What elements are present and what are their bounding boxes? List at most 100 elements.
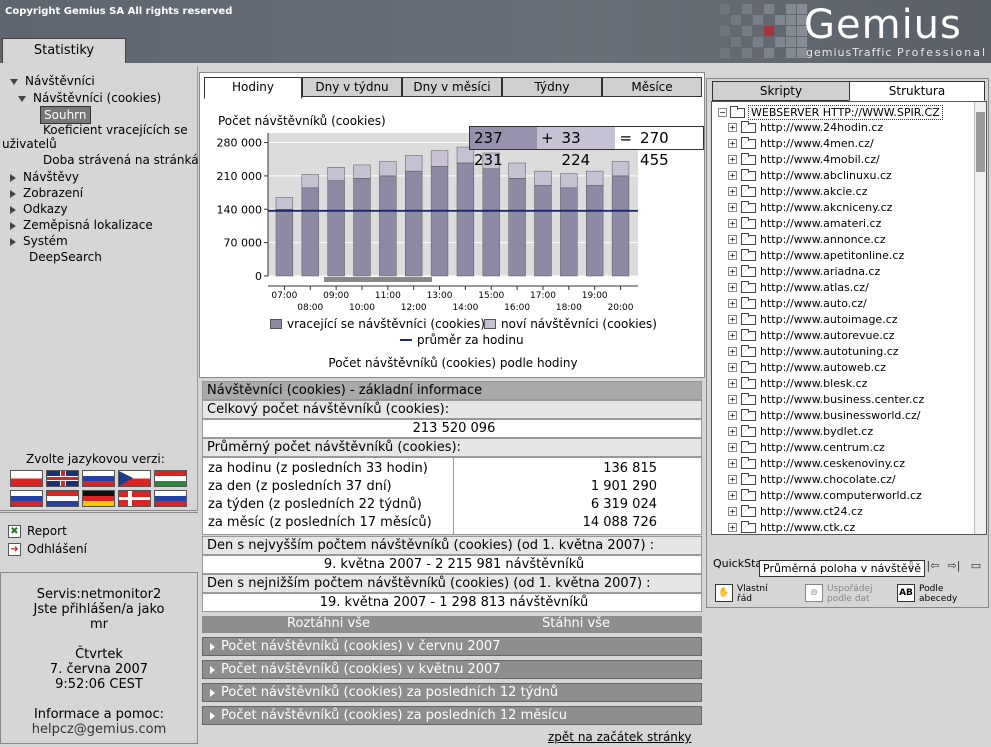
tree-item[interactable]: + http://www.24hodin.cz [728, 120, 883, 134]
tree-item[interactable]: + http://www.autotuning.cz [728, 344, 899, 358]
tree-item[interactable]: + http://www.akcie.cz [728, 184, 867, 198]
nav-item-koeficient[interactable]: Koeficient vracejících se [43, 123, 188, 137]
tree-item[interactable]: + http://www.blesk.cz [728, 376, 867, 390]
nav-item-doba[interactable]: Doba strávená na stránkách [43, 153, 213, 167]
tree-item[interactable]: + http://www.annonce.cz [728, 232, 886, 246]
nav-item-souhrn[interactable]: Souhrn [40, 106, 91, 124]
tab-skripty[interactable]: Skripty [712, 81, 850, 101]
nav-item-system[interactable]: Systém [10, 234, 68, 248]
nav-item-navstevnici[interactable]: Návštěvníci [10, 74, 95, 88]
tree-item[interactable]: + http://www.ctk.cz [728, 520, 855, 534]
expand-icon[interactable]: + [728, 523, 737, 532]
expand-icon[interactable]: + [728, 299, 737, 308]
collapse-icon[interactable]: − [718, 108, 727, 117]
collapse-all-button[interactable]: Stáhni vše [542, 616, 610, 631]
expand-icon[interactable]: + [728, 283, 737, 292]
tree-item[interactable]: + http://www.ct24.cz [728, 504, 863, 518]
expand-icon[interactable]: + [728, 315, 737, 324]
czech-flag-icon[interactable] [118, 470, 151, 487]
tab-struktura[interactable]: Struktura [849, 81, 985, 101]
expand-icon[interactable]: + [728, 235, 737, 244]
expand-icon[interactable]: + [728, 507, 737, 516]
expand-icon[interactable]: + [728, 251, 737, 260]
expand-icon[interactable]: + [728, 187, 737, 196]
tree-item[interactable]: + http://www.business.center.cz [728, 392, 924, 406]
expand-all-button[interactable]: Roztáhni vše [287, 616, 370, 631]
section-last-12-weeks[interactable]: Počet návštěvníků (cookies) za posledníc… [202, 683, 702, 702]
nav-item-navstevnici-cookies[interactable]: Návštěvníci (cookies) [18, 91, 161, 105]
tree-item[interactable]: + http://www.computerworld.cz [728, 488, 922, 502]
hungarian-flag-icon[interactable] [154, 470, 187, 487]
section-june-2007[interactable]: Počet návštěvníků (cookies) v červnu 200… [202, 637, 702, 656]
tree-item[interactable]: + http://www.abclinuxu.cz [728, 168, 892, 182]
expand-icon[interactable]: + [728, 443, 737, 452]
back-to-top-link[interactable]: zpět na začátek stránky [548, 730, 692, 744]
sort-by-data[interactable]: ⊜ Uspořádej podle dat [805, 584, 872, 604]
expand-icon[interactable]: + [728, 363, 737, 372]
tree-item[interactable]: + http://www.ariadna.cz [728, 264, 880, 278]
expand-icon[interactable]: + [728, 475, 737, 484]
nav-item-deepsearch[interactable]: DeepSearch [29, 250, 102, 264]
tree-item[interactable]: + http://www.amateri.cz [728, 216, 881, 230]
expand-icon[interactable]: + [728, 379, 737, 388]
download-icon[interactable]: ⇩ [904, 559, 918, 573]
tab-dny-v-mesici[interactable]: Dny v měsíci [402, 77, 502, 97]
section-may-2007[interactable]: Počet návštěvníků (cookies) v květnu 200… [202, 660, 702, 679]
tree-item[interactable]: + http://www.akcniceny.cz [728, 200, 892, 214]
expand-icon[interactable]: + [728, 395, 737, 404]
tab-mesice[interactable]: Měsíce [602, 77, 702, 97]
tree-item[interactable]: + http://www.chocolate.cz/ [728, 472, 896, 486]
tree-item[interactable]: + http://www.atlas.cz/ [728, 280, 869, 294]
tree-item[interactable]: + http://www.ceskenoviny.cz [728, 456, 905, 470]
sort-alphabetical[interactable]: AB Podle abecedy [897, 584, 957, 604]
tab-hodiny[interactable]: Hodiny [204, 77, 302, 99]
tree-item[interactable]: + http://www.auto.cz/ [728, 296, 867, 310]
german-flag-icon[interactable] [82, 490, 115, 507]
report-link[interactable]: ✖ Report [8, 524, 67, 538]
slovak-flag-icon[interactable] [154, 490, 187, 507]
section-last-12-months[interactable]: Počet návštěvníků (cookies) za posledníc… [202, 706, 702, 725]
logout-link[interactable]: ➜ Odhlášení [8, 542, 87, 556]
expand-icon[interactable]: + [728, 203, 737, 212]
tree-item[interactable]: + http://www.apetitonline.cz [728, 248, 904, 262]
tree-item[interactable]: + http://www.bydlet.cz [728, 424, 873, 438]
help-email[interactable]: helpcz@gemius.com [1, 722, 197, 737]
tree-item[interactable]: + http://www.4mobil.cz/ [728, 152, 880, 166]
russian-flag-icon[interactable] [82, 470, 115, 487]
expand-icon[interactable]: + [728, 459, 737, 468]
nav-item-odkazy[interactable]: Odkazy [10, 202, 68, 216]
nav-item-zemepisna[interactable]: Zeměpisná lokalizace [10, 218, 153, 232]
tree-item[interactable]: + http://www.autoimage.cz [728, 312, 898, 326]
tree-item[interactable]: + http://www.centrum.cz [728, 440, 885, 454]
expand-icon[interactable]: + [728, 123, 737, 132]
polish-flag-icon[interactable] [10, 470, 43, 487]
expand-icon[interactable]: + [728, 427, 737, 436]
expand-icon[interactable]: + [728, 155, 737, 164]
open-folder-icon[interactable]: ▭ [969, 559, 983, 573]
nav-item-koeficient-cont[interactable]: uživatelů [2, 137, 57, 151]
uk-flag-icon[interactable] [46, 470, 79, 487]
danish-flag-icon[interactable] [118, 490, 151, 507]
expand-icon[interactable]: + [728, 219, 737, 228]
tab-statistiky[interactable]: Statistiky [2, 38, 126, 64]
expand-icon[interactable]: + [728, 267, 737, 276]
expand-icon[interactable]: + [728, 139, 737, 148]
expand-icon[interactable]: + [728, 331, 737, 340]
expand-icon[interactable]: + [728, 347, 737, 356]
tab-tydny[interactable]: Týdny [502, 77, 602, 97]
nav-item-zobrazeni[interactable]: Zobrazení [10, 186, 83, 200]
sort-custom[interactable]: ✋ Vlastní řád [715, 584, 768, 604]
scrollbar-thumb[interactable] [976, 112, 985, 172]
expand-icon[interactable]: + [728, 171, 737, 180]
tree-item[interactable]: + http://www.businessworld.cz/ [728, 408, 920, 422]
croatian-flag-icon[interactable] [46, 490, 79, 507]
expand-icon[interactable]: + [728, 411, 737, 420]
tab-dny-v-tydnu[interactable]: Dny v týdnu [302, 77, 402, 97]
tree-scrollbar[interactable] [974, 102, 986, 534]
first-page-icon[interactable]: |⇦ [926, 559, 940, 573]
expand-icon[interactable]: + [728, 491, 737, 500]
tree-item[interactable]: + http://www.autorevue.cz [728, 328, 895, 342]
nav-item-navstevy[interactable]: Návštěvy [10, 170, 79, 184]
tree-root[interactable]: − WEBSERVER HTTP://WWW.SPIR.CZ [718, 105, 943, 120]
tree-item[interactable]: + http://www.4men.cz/ [728, 136, 874, 150]
